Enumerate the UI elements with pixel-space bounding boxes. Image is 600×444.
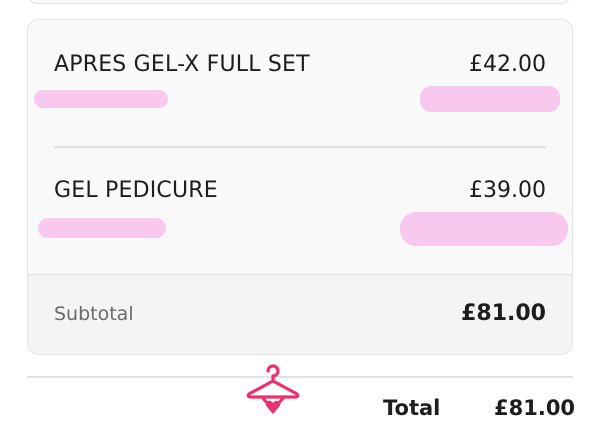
item-divider (54, 146, 546, 148)
redacted-detail (34, 90, 168, 108)
redacted-detail (420, 86, 560, 112)
subtotal-value: £81.00 (461, 301, 546, 326)
subtotal-label: Subtotal (54, 303, 134, 325)
subtotal-row: Subtotal £81.00 (28, 274, 572, 354)
order-summary-card: APRES GEL-X FULL SET £42.00 GEL PEDICURE… (27, 19, 573, 355)
item-name: GEL PEDICURE (54, 178, 218, 203)
total-value: £81.00 (494, 396, 576, 420)
total-label: Total (383, 396, 441, 420)
item-price: £39.00 (469, 178, 546, 203)
item-price: £42.00 (469, 52, 546, 77)
redacted-detail (400, 212, 568, 246)
previous-card-edge (27, 0, 571, 4)
hanger-heart-icon (246, 364, 300, 414)
redacted-detail (38, 218, 166, 238)
item-name: APRES GEL-X FULL SET (54, 52, 310, 77)
